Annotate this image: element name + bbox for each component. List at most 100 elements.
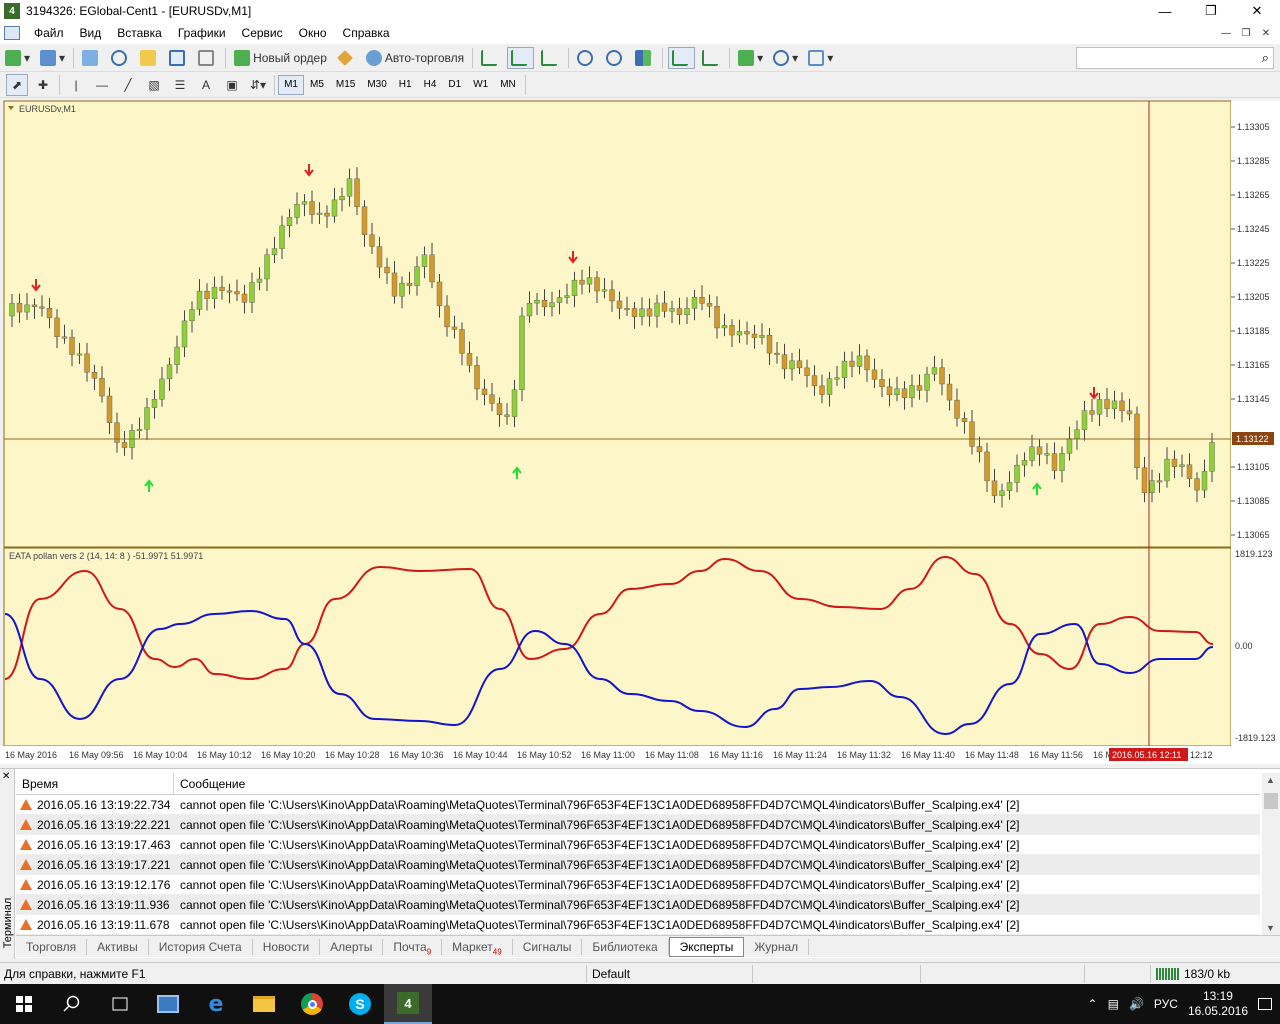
vertical-line-button[interactable]: | (65, 74, 87, 96)
mdi-minimize-button[interactable]: — (1218, 25, 1234, 41)
timeframe-m15[interactable]: M15 (330, 75, 361, 95)
menu-insert[interactable]: Вставка (109, 26, 170, 40)
start-button[interactable] (0, 984, 48, 1024)
mdi-close-button[interactable]: ✕ (1258, 25, 1274, 41)
timeframe-m5[interactable]: M5 (304, 75, 330, 95)
timeframe-h1[interactable]: H1 (393, 75, 418, 95)
timeframe-w1[interactable]: W1 (467, 75, 494, 95)
tab-1[interactable]: Активы (87, 938, 149, 955)
tester-button[interactable] (195, 47, 220, 69)
log-row[interactable]: 2016.05.16 13:19:17.463 cannot open file … (16, 835, 1260, 855)
autoscroll-button[interactable] (699, 47, 724, 69)
data-window-button[interactable] (108, 47, 133, 69)
zoom-out-button[interactable] (603, 47, 628, 69)
menu-charts[interactable]: Графики (170, 26, 234, 40)
language-indicator[interactable]: РУС (1154, 997, 1178, 1011)
tab-3[interactable]: Новости (253, 938, 321, 955)
search-icon[interactable]: ⌕ (1262, 50, 1269, 66)
column-time[interactable]: Время (16, 772, 174, 795)
maximize-button[interactable]: ❐ (1188, 0, 1234, 22)
taskbar-app-chrome[interactable] (288, 984, 336, 1024)
templates-button[interactable]: ▾ (805, 47, 836, 69)
taskbar-app-explorer[interactable] (240, 984, 288, 1024)
chevron-up-icon[interactable]: ⌃ (1088, 997, 1098, 1011)
menu-help[interactable]: Справка (335, 26, 398, 40)
scroll-down-icon[interactable]: ▼ (1266, 923, 1275, 933)
chart-shift-button[interactable] (668, 46, 696, 69)
timeframe-mn[interactable]: MN (494, 75, 522, 95)
column-message[interactable]: Сообщение (174, 777, 245, 791)
new-chart-button[interactable]: ▾ (2, 47, 33, 69)
metaeditor-button[interactable] (334, 47, 359, 69)
tab-5[interactable]: Почта9 (383, 938, 443, 956)
timeframe-d1[interactable]: D1 (442, 75, 467, 95)
bar-chart-button[interactable] (478, 47, 503, 69)
taskbar-app-skype[interactable]: S (336, 984, 384, 1024)
scroll-up-icon[interactable]: ▲ (1266, 775, 1275, 785)
chart-window[interactable]: EURUSDv,M1 EATA pollan vers 2 (14, 14: 8… (0, 99, 1280, 766)
log-row[interactable]: 2016.05.16 13:19:22.734 cannot open file … (16, 795, 1260, 815)
minimize-button[interactable]: — (1142, 0, 1188, 22)
horizontal-line-button[interactable]: — (91, 74, 113, 96)
chart-window-icon[interactable] (4, 26, 20, 40)
text-label-button[interactable]: ▣ (221, 74, 243, 96)
indicator-subwindow[interactable] (3, 547, 1232, 747)
timeframe-m1[interactable]: M1 (278, 74, 304, 95)
tab-7[interactable]: Сигналы (513, 938, 583, 955)
tab-4[interactable]: Алерты (320, 938, 384, 955)
fibonacci-button[interactable]: ☰ (169, 74, 191, 96)
price-chart[interactable]: EURUSDv,M1 EATA pollan vers 2 (14, 14: 8… (0, 99, 1280, 766)
tab-8[interactable]: Библиотека (582, 938, 669, 955)
timeframe-h4[interactable]: H4 (418, 75, 443, 95)
search-input[interactable]: ⌕ (1076, 47, 1274, 69)
log-row[interactable]: 2016.05.16 13:19:11.678 cannot open file … (16, 915, 1260, 935)
close-button[interactable]: ✕ (1234, 0, 1280, 22)
arrows-button[interactable]: ⇵▾ (247, 74, 269, 96)
notifications-icon[interactable] (1258, 998, 1272, 1010)
tab-10[interactable]: Журнал (744, 938, 810, 955)
periods-button[interactable]: ▾ (770, 47, 801, 69)
candlestick-button[interactable] (507, 46, 535, 69)
main-chart-area[interactable] (3, 100, 1232, 548)
log-row[interactable]: 2016.05.16 13:19:12.176 cannot open file … (16, 875, 1260, 895)
tab-6[interactable]: Маркет49 (442, 938, 513, 956)
trendline-button[interactable]: ╱ (117, 74, 139, 96)
menu-window[interactable]: Окно (291, 26, 335, 40)
menu-file[interactable]: Файл (26, 26, 72, 40)
crosshair-button[interactable]: ✚ (32, 74, 54, 96)
tab-0[interactable]: Торговля (16, 938, 88, 955)
terminal-button[interactable] (166, 47, 191, 69)
network-icon[interactable]: ▤ (1108, 997, 1119, 1011)
zoom-in-button[interactable] (574, 47, 599, 69)
timeframe-m30[interactable]: M30 (361, 75, 392, 95)
new-order-button[interactable]: Новый ордер (231, 47, 330, 69)
search-taskbar-button[interactable] (48, 984, 96, 1024)
cursor-button[interactable]: ⬈ (6, 73, 28, 96)
auto-trading-button[interactable]: Авто-торговля (363, 47, 467, 69)
navigator-button[interactable] (137, 47, 162, 69)
log-row[interactable]: 2016.05.16 13:19:11.936 cannot open file … (16, 895, 1260, 915)
indicators-button[interactable]: ▾ (735, 47, 766, 69)
taskbar-app-metatrader[interactable]: 4 (384, 984, 432, 1024)
text-button[interactable]: A (195, 74, 217, 96)
tab-2[interactable]: История Счета (149, 938, 253, 955)
mdi-restore-button[interactable]: ❐ (1238, 25, 1254, 41)
menu-view[interactable]: Вид (72, 26, 110, 40)
log-row[interactable]: 2016.05.16 13:19:17.221 cannot open file … (16, 855, 1260, 875)
tile-windows-button[interactable] (632, 47, 657, 69)
log-scrollbar[interactable]: ▲ ▼ (1262, 773, 1280, 935)
close-icon[interactable]: ✕ (2, 771, 10, 782)
scroll-thumb[interactable] (1264, 793, 1278, 809)
profiles-button[interactable]: ▾ (37, 47, 68, 69)
taskbar-app-network[interactable] (144, 984, 192, 1024)
tab-9[interactable]: Эксперты (668, 936, 745, 957)
line-chart-button[interactable] (538, 47, 563, 69)
task-view-button[interactable] (96, 984, 144, 1024)
taskbar-app-edge[interactable]: e (192, 984, 240, 1024)
clock[interactable]: 13:19 16.05.2016 (1188, 989, 1248, 1019)
menu-tools[interactable]: Сервис (234, 26, 291, 40)
channel-button[interactable]: ▧ (143, 74, 165, 96)
market-watch-button[interactable] (79, 47, 104, 69)
volume-icon[interactable]: 🔊 (1129, 997, 1144, 1011)
log-row[interactable]: 2016.05.16 13:19:22.221 cannot open file … (16, 815, 1260, 835)
